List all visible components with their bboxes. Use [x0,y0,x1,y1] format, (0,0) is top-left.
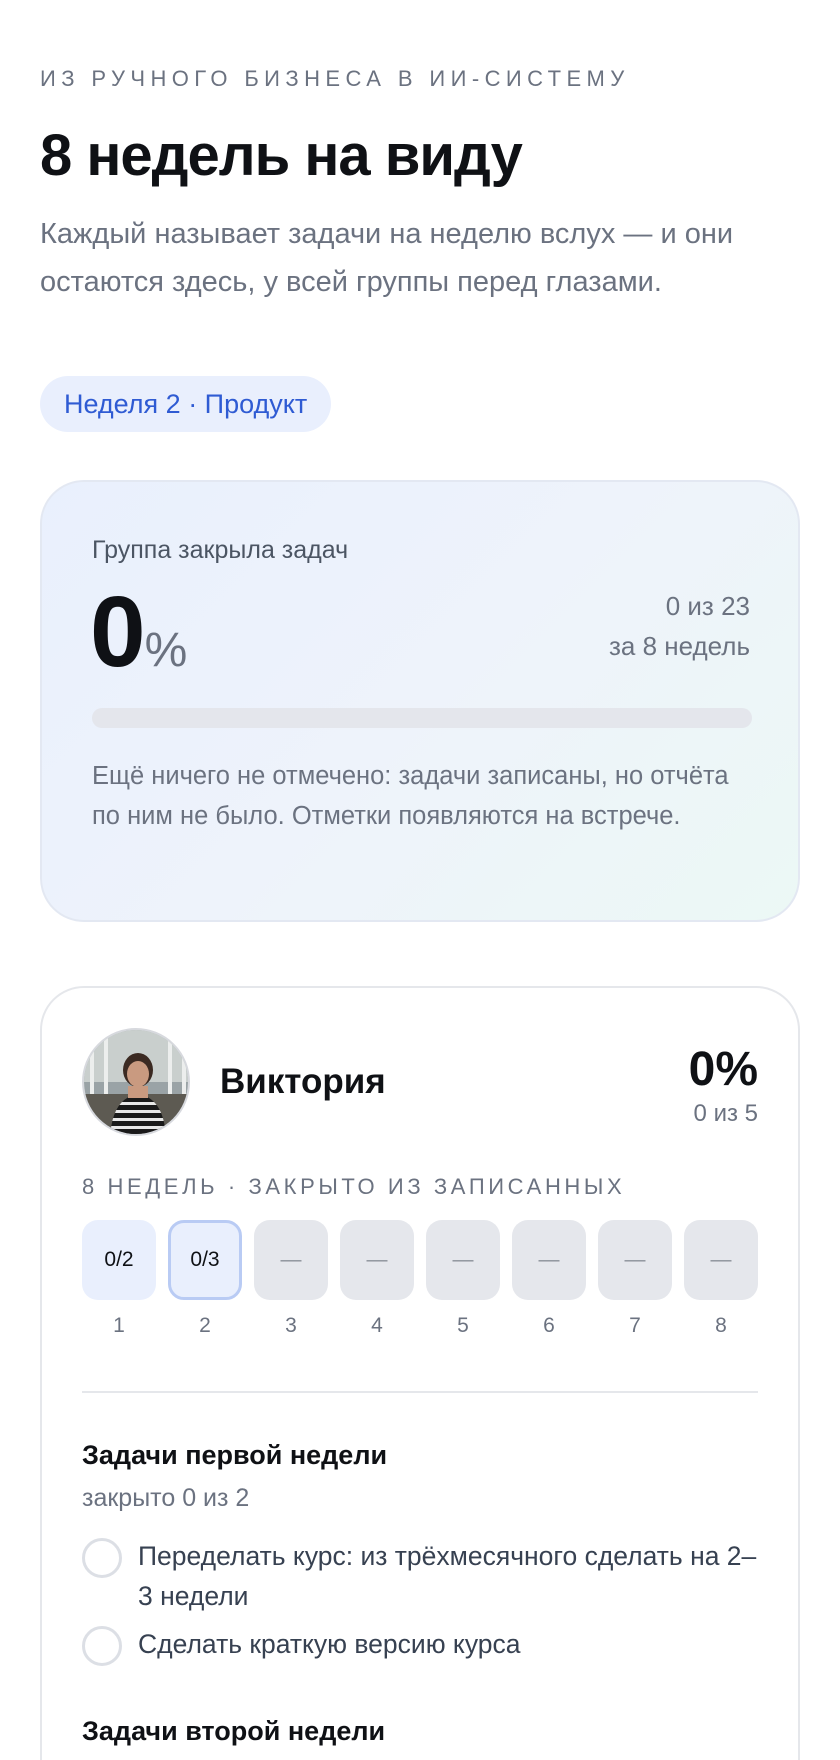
member-count: 0 из 5 [693,1100,758,1127]
summary-percent-unit: % [144,624,188,677]
task-group-title: Задачи второй недели [82,1716,386,1746]
divider [82,1391,758,1393]
summary-label: Группа закрыла задач [92,536,349,564]
week-8[interactable]: — 8 [684,1220,758,1338]
week-cell: — [340,1220,414,1300]
task-checkbox[interactable] [82,1626,122,1666]
week-number: 6 [543,1314,555,1337]
week-cell: — [426,1220,500,1300]
week-cell: — [598,1220,672,1300]
week-number: 5 [457,1314,469,1337]
task-checkbox[interactable] [82,1538,122,1578]
task-item: Переделать курс: из трёхмесячного сделат… [82,1536,758,1616]
week-number: 7 [629,1314,641,1337]
task-item: Сделать краткую версию курса [82,1624,758,1666]
member-name: Виктория [220,1062,386,1101]
week-1[interactable]: 0/2 1 [82,1220,156,1338]
week-number: 8 [715,1314,727,1337]
week-5[interactable]: — 5 [426,1220,500,1338]
weeks-heading: 8 НЕДЕЛЬ · ЗАКРЫТО ИЗ ЗАПИСАННЫХ [82,1174,626,1199]
week-6[interactable]: — 6 [512,1220,586,1338]
page-subtitle: Каждый называет задачи на неделю вслух —… [40,218,734,298]
week-cell: 0/3 [168,1220,242,1300]
week-7[interactable]: — 7 [598,1220,672,1338]
summary-count-total: 0 из 23 [665,591,750,621]
task-group-title: Задачи первой недели [82,1440,388,1470]
weeks-grid: 0/2 1 0/3 2 — 3 — 4 — 5 — 6 — 7 — 8 [82,1220,758,1340]
week-number: 4 [371,1314,383,1337]
summary-count: 0 из 23 за 8 недель [609,586,750,666]
summary-percent: 0% [90,582,187,701]
task-text: Сделать краткую версию курса [138,1629,521,1659]
summary-percent-value: 0 [90,576,146,688]
week-4[interactable]: — 4 [340,1220,414,1338]
task-group-subtitle: закрыто 0 из 2 [82,1484,250,1512]
week-cell: — [512,1220,586,1300]
week-number: 2 [199,1314,211,1337]
eyebrow: ИЗ РУЧНОГО БИЗНЕСА В ИИ-СИСТЕМУ [40,66,630,91]
group-summary-card: Группа закрыла задач 0% 0 из 23 за 8 нед… [40,480,800,922]
page-title: 8 недель на виду [40,123,523,188]
avatar-photo [84,1030,188,1134]
member-percent: 0% [688,1043,758,1096]
week-cell: — [684,1220,758,1300]
task-text: Переделать курс: из трёхмесячного сделат… [138,1541,757,1611]
week-cell: 0/2 [82,1220,156,1300]
week-number: 3 [285,1314,297,1337]
page: ИЗ РУЧНОГО БИЗНЕСА В ИИ-СИСТЕМУ 8 недель… [0,0,840,1760]
member-card: Виктория 0% 0 из 5 8 НЕДЕЛЬ · ЗАКРЫТО ИЗ… [40,986,800,1760]
week-cell: — [254,1220,328,1300]
summary-count-period: за 8 недель [608,631,750,661]
summary-note: Ещё ничего не отмечено: задачи записаны,… [92,762,729,830]
week-2[interactable]: 0/3 2 [168,1220,242,1338]
current-week-pill: Неделя 2 · Продукт [40,376,332,432]
avatar[interactable] [82,1028,190,1136]
week-3[interactable]: — 3 [254,1220,328,1338]
week-number: 1 [113,1314,125,1337]
summary-progress-bar [92,708,752,728]
